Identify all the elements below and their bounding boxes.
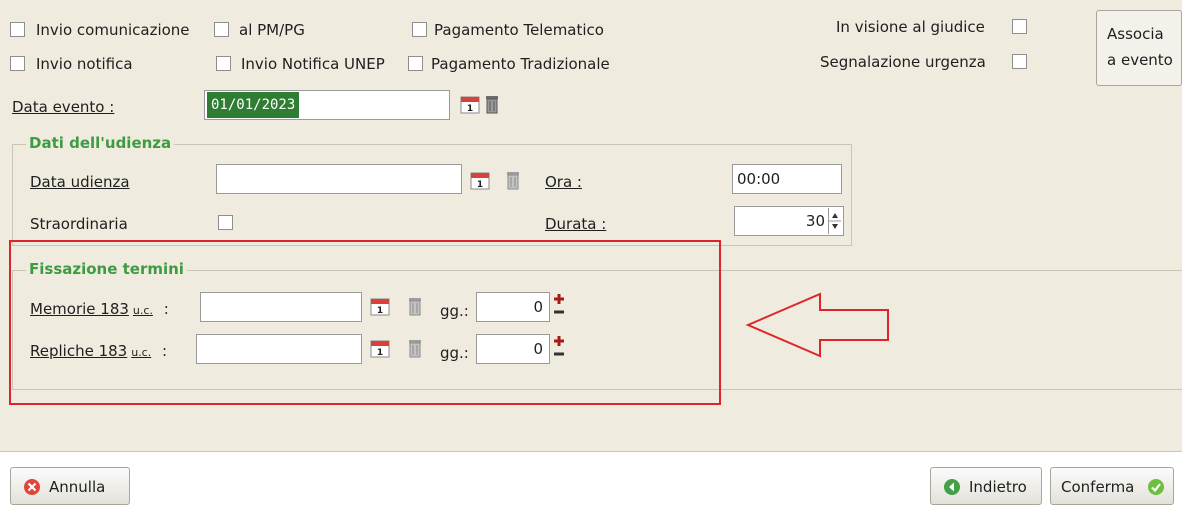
segnalazione-urgenza-checkbox[interactable] xyxy=(1012,54,1027,69)
trash-icon[interactable] xyxy=(485,94,499,114)
pagamento-telematico-checkbox[interactable] xyxy=(412,22,427,37)
al-pm-pg-label: al PM/PG xyxy=(239,21,305,39)
svg-text:1: 1 xyxy=(467,104,473,114)
data-udienza-label: Data udienza xyxy=(30,173,130,191)
durata-stepper[interactable]: 30 xyxy=(734,206,844,236)
data-evento-input[interactable]: 01/01/2023 xyxy=(204,90,450,120)
durata-spin[interactable] xyxy=(828,208,841,234)
data-udienza-input[interactable] xyxy=(216,164,462,194)
ora-input[interactable]: 00:00 xyxy=(732,164,842,194)
associa-line1: Associa xyxy=(1107,25,1164,43)
invio-notifica-unep-checkbox[interactable] xyxy=(216,56,231,71)
associa-line2: a evento xyxy=(1107,51,1173,69)
invio-comunicazione-checkbox[interactable] xyxy=(10,22,25,37)
invio-notifica-unep-label: Invio Notifica UNEP xyxy=(241,55,385,73)
calendar-icon[interactable]: 1 xyxy=(460,94,480,114)
cancel-icon xyxy=(24,479,40,495)
in-visione-giudice-label: In visione al giudice xyxy=(836,18,985,36)
associa-evento-button[interactable]: Associa a evento xyxy=(1096,10,1182,86)
durata-label: Durata : xyxy=(545,215,607,233)
udienza-fieldset xyxy=(12,144,852,246)
annulla-label: Annulla xyxy=(49,478,106,496)
calendar-icon[interactable]: 1 xyxy=(470,170,490,190)
pagamento-tradizionale-checkbox[interactable] xyxy=(408,56,423,71)
data-evento-value: 01/01/2023 xyxy=(207,92,300,118)
durata-value: 30 xyxy=(805,212,825,230)
invio-notifica-checkbox[interactable] xyxy=(10,56,25,71)
svg-text:1: 1 xyxy=(477,180,483,190)
ora-label: Ora : xyxy=(545,173,582,191)
trash-icon[interactable] xyxy=(506,170,520,190)
straordinaria-label: Straordinaria xyxy=(30,215,128,233)
invio-comunicazione-label: Invio comunicazione xyxy=(36,21,190,39)
form-bottom-divider xyxy=(0,451,1182,452)
conferma-label: Conferma xyxy=(1061,478,1135,496)
invio-notifica-label: Invio notifica xyxy=(36,55,133,73)
udienza-legend: Dati dell'udienza xyxy=(26,134,175,152)
in-visione-giudice-checkbox[interactable] xyxy=(1012,19,1027,34)
back-icon xyxy=(944,479,960,495)
straordinaria-checkbox[interactable] xyxy=(218,215,233,230)
al-pm-pg-checkbox[interactable] xyxy=(214,22,229,37)
highlight-rectangle xyxy=(9,240,721,405)
indietro-label: Indietro xyxy=(969,478,1027,496)
pagamento-tradizionale-label: Pagamento Tradizionale xyxy=(431,55,610,73)
conferma-button[interactable]: Conferma xyxy=(1050,467,1174,505)
data-evento-label: Data evento : xyxy=(12,98,115,116)
ora-value: 00:00 xyxy=(737,170,781,188)
annulla-button[interactable]: Annulla xyxy=(10,467,130,505)
segnalazione-urgenza-label: Segnalazione urgenza xyxy=(820,53,986,71)
indietro-button[interactable]: Indietro xyxy=(930,467,1042,505)
confirm-icon xyxy=(1148,479,1164,495)
pagamento-telematico-label: Pagamento Telematico xyxy=(434,21,604,39)
arrow-annotation xyxy=(745,292,889,358)
